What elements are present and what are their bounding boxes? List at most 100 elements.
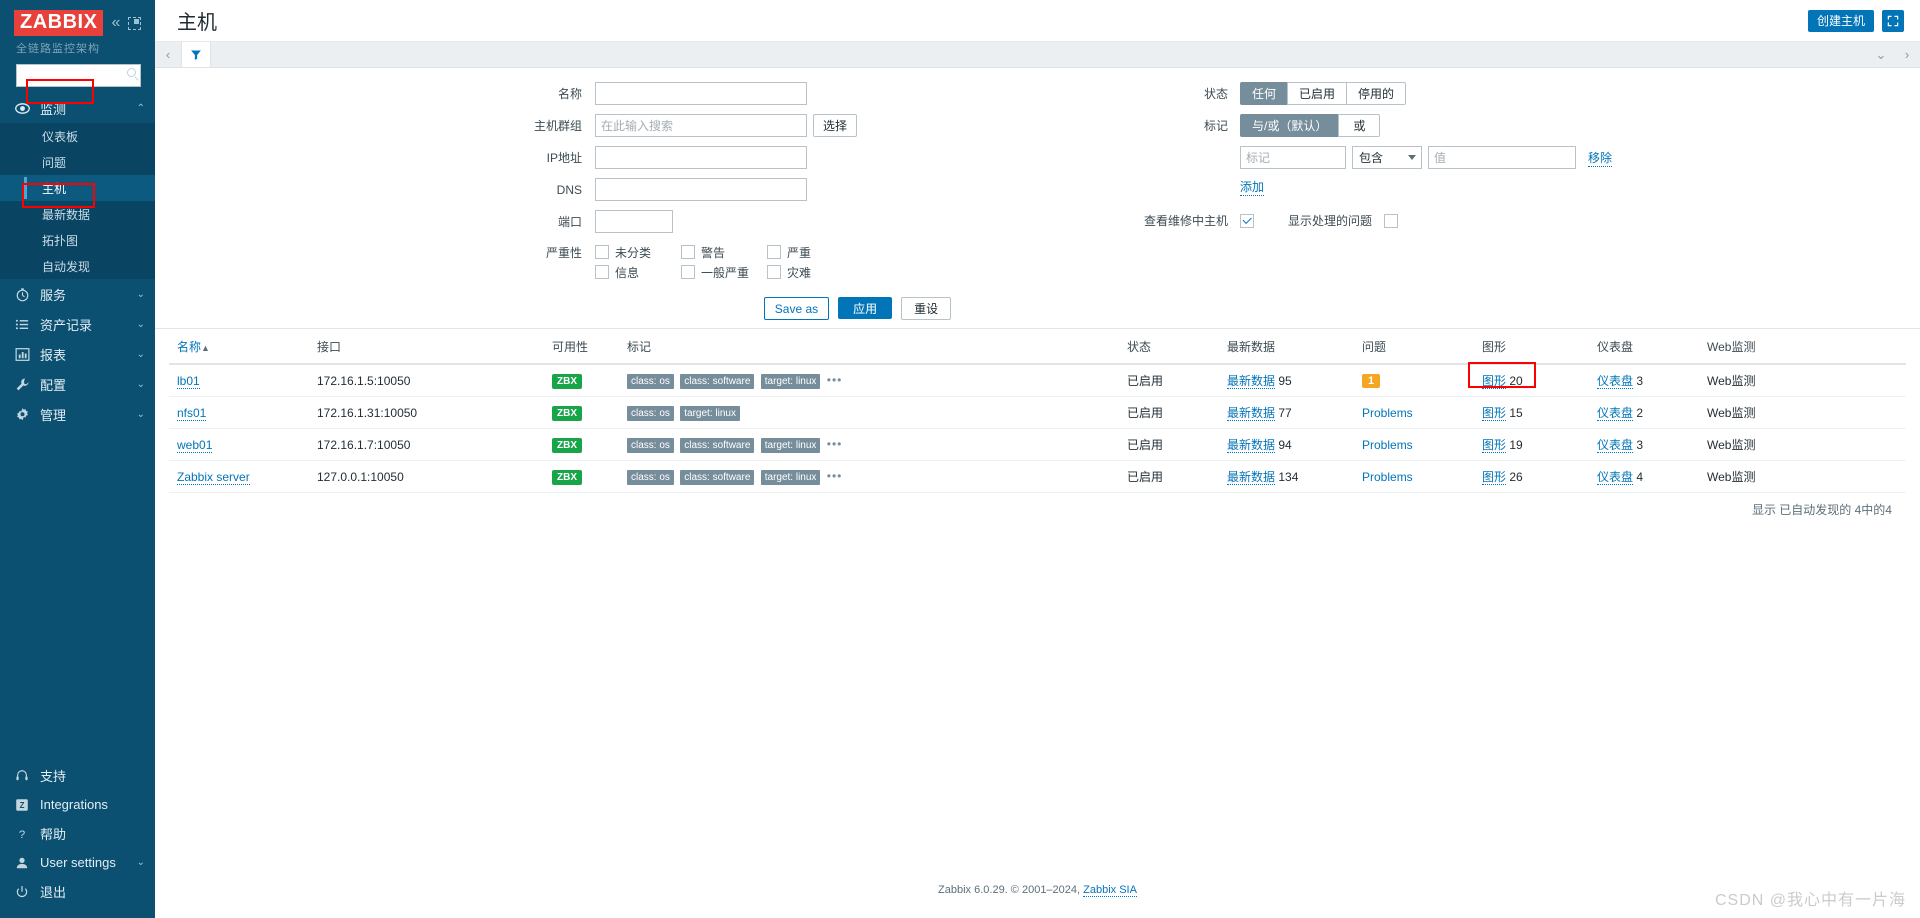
sidebar-item-integrations[interactable]: Z Integrations: [0, 790, 155, 819]
filter-port-input[interactable]: [595, 210, 673, 233]
status-option-disabled[interactable]: 停用的: [1346, 82, 1407, 105]
severity-high[interactable]: 严重: [767, 242, 853, 262]
problems-link[interactable]: Problems: [1362, 470, 1413, 484]
tag-chip[interactable]: class: os: [627, 469, 674, 485]
severity-disaster-checkbox[interactable]: [767, 265, 781, 279]
filter-next-icon[interactable]: ›: [1894, 42, 1920, 67]
host-name-link[interactable]: lb01: [177, 373, 200, 389]
tag-operator-select[interactable]: 包含: [1352, 146, 1422, 169]
tag-chip[interactable]: target: linux: [760, 373, 821, 389]
sidebar-group-reports[interactable]: 报表 ⌄: [0, 339, 155, 369]
severity-disaster[interactable]: 灾难: [767, 262, 853, 282]
latest-data-link[interactable]: 最新数据: [1227, 374, 1276, 389]
latest-data-link[interactable]: 最新数据: [1227, 406, 1276, 421]
reset-button[interactable]: 重设: [901, 297, 952, 320]
tag-chip[interactable]: class: software: [680, 373, 755, 389]
filter-name-input[interactable]: [595, 82, 807, 105]
tag-chip[interactable]: class: os: [627, 405, 674, 421]
severity-not-classified-checkbox[interactable]: [595, 245, 609, 259]
sidebar-group-services[interactable]: 服务 ⌄: [0, 279, 155, 309]
host-name-link[interactable]: nfs01: [177, 405, 207, 421]
tag-chip[interactable]: class: os: [627, 437, 674, 453]
sidebar-item-user-settings[interactable]: User settings ⌄: [0, 848, 155, 877]
zbx-availability-badge[interactable]: ZBX: [552, 373, 582, 389]
filter-ip-input[interactable]: [595, 146, 807, 169]
sidebar-item-support[interactable]: 支持: [0, 761, 155, 790]
cell-status[interactable]: 已启用: [1119, 460, 1219, 493]
sidebar-group-administration[interactable]: 管理 ⌄: [0, 399, 155, 429]
severity-warning-checkbox[interactable]: [681, 245, 695, 259]
severity-information[interactable]: 信息: [595, 262, 681, 282]
create-host-button[interactable]: 创建主机: [1807, 9, 1874, 32]
status-option-enabled[interactable]: 已启用: [1287, 82, 1347, 105]
host-name-link[interactable]: Zabbix server: [177, 469, 250, 485]
filter-prev-icon[interactable]: ‹: [155, 42, 181, 67]
tag-chip[interactable]: class: software: [680, 469, 755, 485]
footer-company-link[interactable]: Zabbix SIA: [1083, 884, 1137, 897]
filter-tab[interactable]: [181, 42, 211, 67]
dashboards-link[interactable]: 仪表盘: [1597, 470, 1634, 485]
apply-button[interactable]: 应用: [838, 297, 893, 319]
latest-data-link[interactable]: 最新数据: [1227, 438, 1276, 453]
zbx-availability-badge[interactable]: ZBX: [552, 469, 582, 485]
tag-eval-option-or[interactable]: 或: [1338, 114, 1381, 137]
tag-chip[interactable]: target: linux: [760, 437, 821, 453]
zbx-availability-badge[interactable]: ZBX: [552, 405, 582, 421]
latest-data-link[interactable]: 最新数据: [1227, 470, 1276, 485]
tags-more-icon[interactable]: •••: [827, 437, 843, 451]
sidebar-item-help[interactable]: ? 帮助: [0, 819, 155, 848]
problems-link[interactable]: Problems: [1362, 406, 1413, 420]
tag-add-link[interactable]: 添加: [1240, 178, 1265, 196]
sidebar-group-configuration[interactable]: 配置 ⌄: [0, 369, 155, 399]
cell-status[interactable]: 已启用: [1119, 364, 1219, 397]
cell-status[interactable]: 已启用: [1119, 428, 1219, 461]
tag-chip[interactable]: target: linux: [680, 405, 740, 421]
sidebar-item-problems[interactable]: 问题: [0, 149, 155, 175]
filter-hostgroup-input[interactable]: [595, 114, 807, 137]
col-name[interactable]: 名称▲: [169, 329, 309, 365]
sidebar-item-signout[interactable]: 退出: [0, 877, 155, 906]
filter-dns-input[interactable]: [595, 178, 807, 201]
sidebar-group-inventory[interactable]: 资产记录 ⌄: [0, 309, 155, 339]
tag-chip[interactable]: class: software: [680, 437, 755, 453]
cell-status[interactable]: 已启用: [1119, 396, 1219, 429]
tags-more-icon[interactable]: •••: [827, 469, 843, 483]
severity-average[interactable]: 一般严重: [681, 262, 767, 282]
sidebar-item-latest-data[interactable]: 最新数据: [0, 201, 155, 227]
tag-value-input[interactable]: [1428, 146, 1576, 169]
pin-sidebar-icon[interactable]: [128, 16, 142, 30]
severity-warning[interactable]: 警告: [681, 242, 767, 262]
fullscreen-icon[interactable]: [1882, 9, 1904, 32]
dashboards-link[interactable]: 仪表盘: [1597, 438, 1634, 453]
save-as-button[interactable]: Save as: [763, 297, 830, 320]
tag-name-input[interactable]: [1240, 146, 1346, 169]
severity-average-checkbox[interactable]: [681, 265, 695, 279]
filter-collapse-icon[interactable]: ⌄: [1868, 42, 1894, 67]
sidebar-item-hosts[interactable]: 主机: [0, 175, 155, 201]
zbx-availability-badge[interactable]: ZBX: [552, 437, 582, 453]
dashboards-link[interactable]: 仪表盘: [1597, 374, 1634, 389]
graphs-link[interactable]: 图形: [1482, 438, 1507, 453]
filter-hostgroup-select-button[interactable]: 选择: [813, 114, 858, 137]
graphs-link[interactable]: 图形: [1482, 470, 1507, 485]
sidebar-group-monitoring[interactable]: 监测 ⌃: [0, 93, 155, 123]
tag-chip[interactable]: target: linux: [760, 469, 821, 485]
problem-count-badge[interactable]: 1: [1362, 374, 1381, 388]
severity-information-checkbox[interactable]: [595, 265, 609, 279]
tag-eval-option-andor[interactable]: 与/或（默认）: [1240, 114, 1339, 137]
host-name-link[interactable]: web01: [177, 437, 213, 453]
tag-remove-link[interactable]: 移除: [1588, 149, 1613, 167]
severity-high-checkbox[interactable]: [767, 245, 781, 259]
tags-more-icon[interactable]: •••: [827, 373, 843, 387]
graphs-link[interactable]: 图形: [1482, 374, 1507, 389]
graphs-link[interactable]: 图形: [1482, 406, 1507, 421]
col-name-label[interactable]: 名称: [177, 340, 201, 354]
sidebar-item-discovery[interactable]: 自动发现: [0, 253, 155, 279]
dashboards-link[interactable]: 仪表盘: [1597, 406, 1634, 421]
search-input[interactable]: [16, 64, 141, 87]
status-option-any[interactable]: 任何: [1240, 82, 1288, 105]
severity-not-classified[interactable]: 未分类: [595, 242, 681, 262]
sidebar-item-dashboard[interactable]: 仪表板: [0, 123, 155, 149]
sidebar-item-maps[interactable]: 拓扑图: [0, 227, 155, 253]
maintenance-checkbox[interactable]: [1240, 213, 1254, 228]
